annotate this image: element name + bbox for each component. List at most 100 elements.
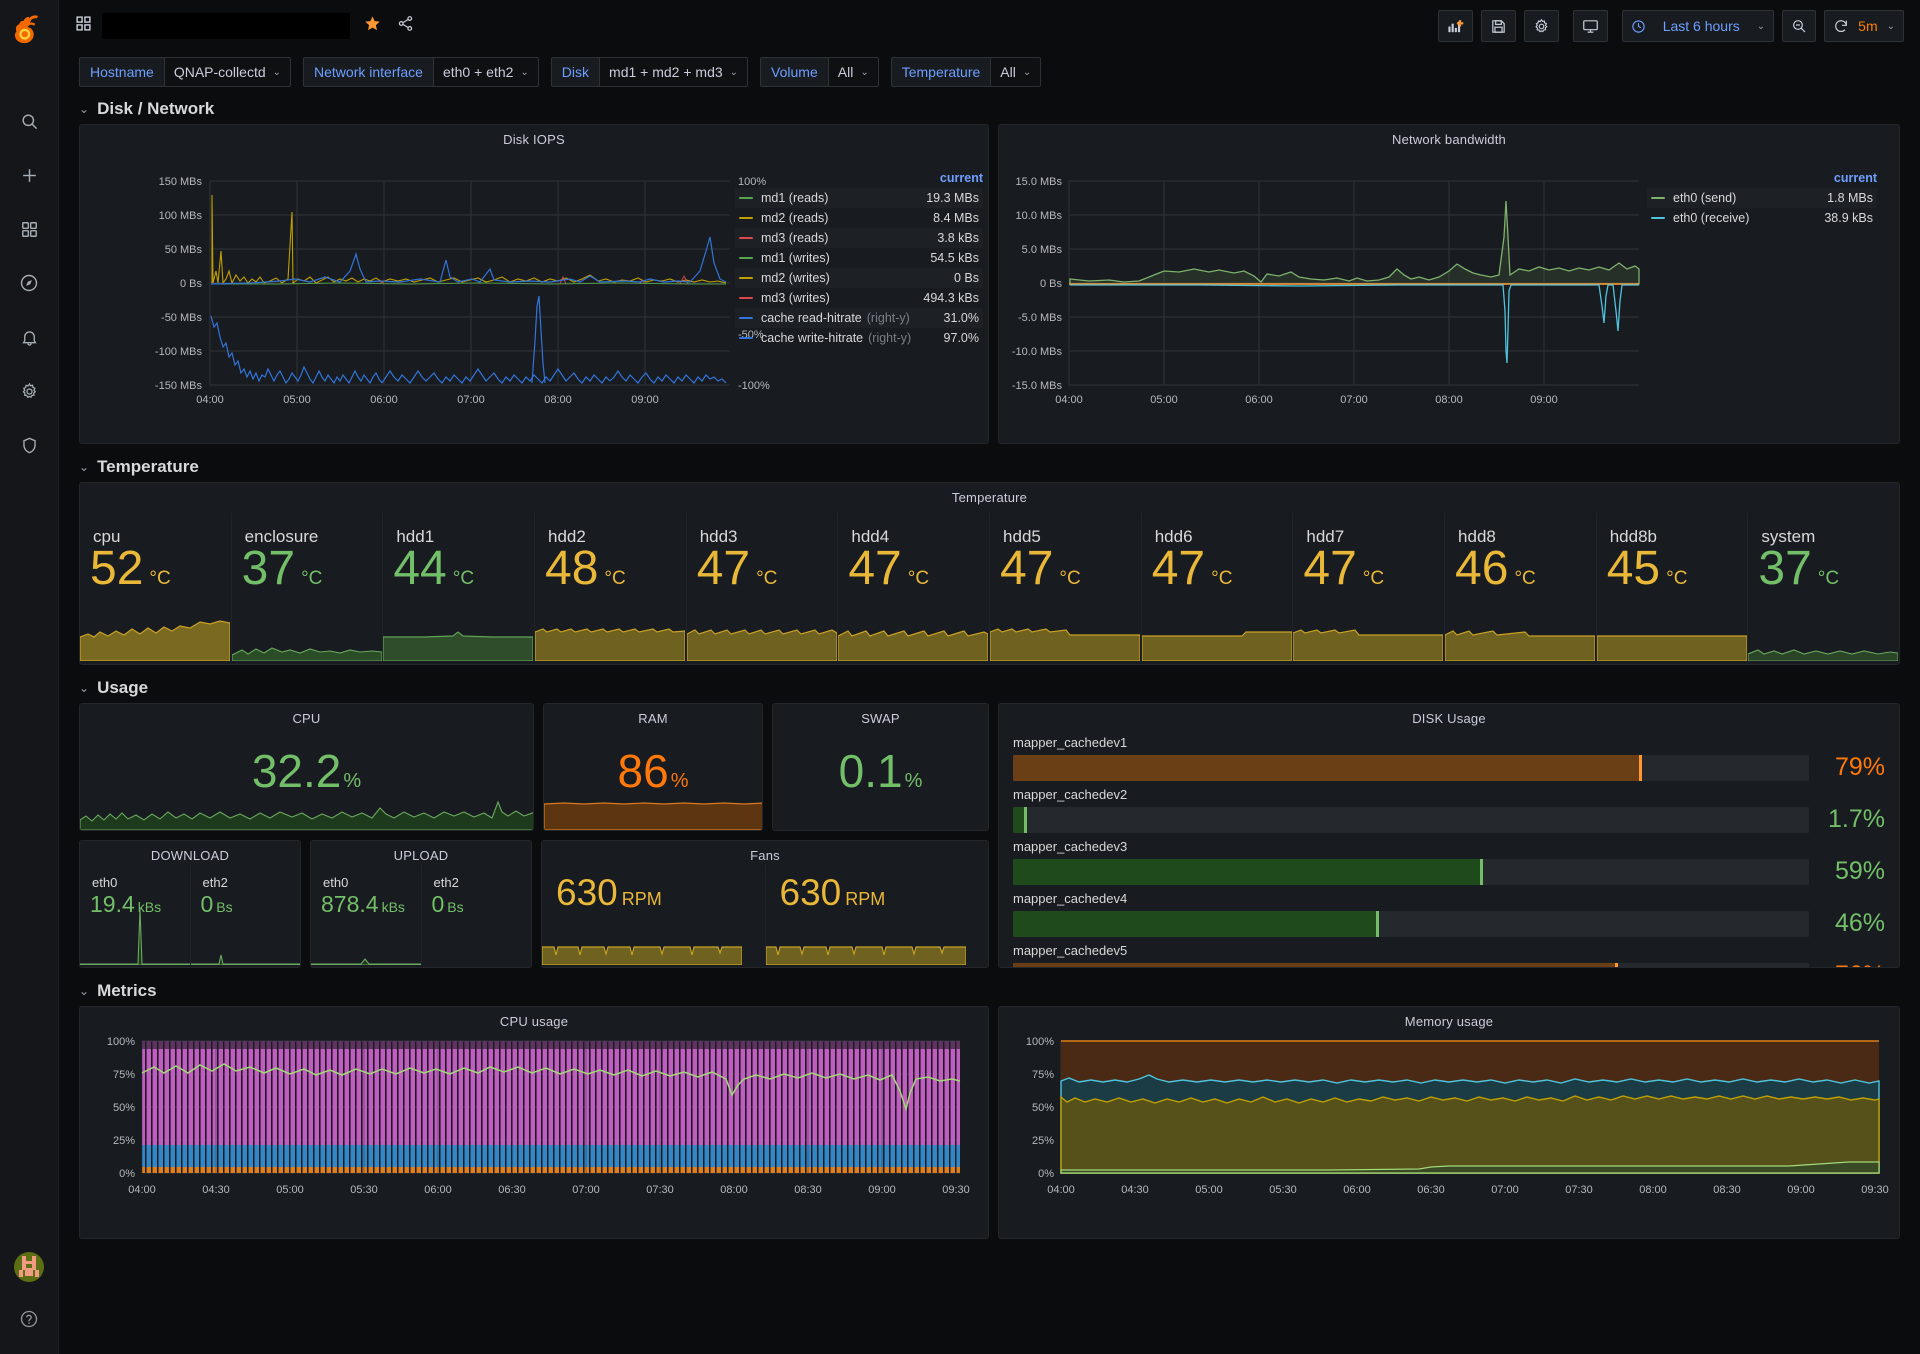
temp-stat-hdd8b[interactable]: hdd8b 45 °C (1597, 513, 1749, 661)
share-icon[interactable] (397, 15, 414, 37)
refresh-picker[interactable]: 5m ⌄ (1824, 10, 1904, 42)
sparkline (383, 615, 533, 661)
legend-item[interactable]: md2 (reads) 8.4 MBs (735, 208, 983, 228)
bargauge-track (1013, 911, 1809, 937)
row-header-metrics[interactable]: ⌄ Metrics (79, 976, 1900, 1006)
download-eth0[interactable]: eth0 19.4 kBs (80, 865, 191, 965)
sidebar-item-explore[interactable] (12, 266, 46, 300)
svg-text:08:00: 08:00 (1435, 394, 1463, 406)
dashboard-picker[interactable] (75, 13, 414, 39)
sidebar-item-create[interactable] (12, 158, 46, 192)
legend-item[interactable]: eth0 (send) 1.8 MBs (1647, 188, 1877, 208)
legend-value: 38.9 kBs (1808, 211, 1873, 225)
stat-unit: °C (1059, 568, 1080, 590)
save-dashboard-button[interactable] (1481, 10, 1516, 42)
help-icon[interactable] (12, 1302, 46, 1336)
legend-item[interactable]: cache write-hitrate (right-y) 97.0% (735, 328, 983, 348)
temp-stat-hdd6[interactable]: hdd6 47 °C (1142, 513, 1294, 661)
bargauge-label: mapper_cachedev1 (1013, 735, 1885, 750)
refresh-icon[interactable] (1833, 18, 1849, 34)
legend-item[interactable]: md3 (writes) 494.3 kBs (735, 288, 983, 308)
temp-stat-hdd7[interactable]: hdd7 47 °C (1293, 513, 1445, 661)
sparkline (80, 905, 190, 965)
svg-text:04:00: 04:00 (128, 1184, 156, 1196)
svg-text:05:00: 05:00 (1195, 1184, 1223, 1196)
legend-item[interactable]: md1 (writes) 54.5 kBs (735, 248, 983, 268)
bargauge-row[interactable]: mapper_cachedev2 1.7% (999, 787, 1899, 834)
row-header-usage[interactable]: ⌄ Usage (79, 673, 1900, 703)
bargauge-row[interactable]: mapper_cachedev3 59% (999, 839, 1899, 886)
bargauge-row[interactable]: mapper_cachedev4 46% (999, 891, 1899, 938)
dashboard-settings-button[interactable] (1524, 10, 1559, 42)
sidebar-item-dashboards[interactable] (12, 212, 46, 246)
add-panel-button[interactable] (1438, 10, 1473, 42)
disk-iops-graph[interactable]: 150 MBs100 MBs 50 MBs0 Bs -50 MBs-100 MB… (80, 147, 988, 444)
stat-value-group: 630 RPM (780, 873, 886, 913)
time-range-picker[interactable]: Last 6 hours ⌄ (1622, 10, 1774, 42)
variable-value-select[interactable]: All ⌄ (990, 57, 1041, 87)
star-icon[interactable] (364, 15, 381, 37)
sidebar-item-alerting[interactable] (12, 320, 46, 354)
bargauge-fill (1013, 755, 1642, 781)
sidebar-item-configuration[interactable] (12, 374, 46, 408)
legend-item[interactable]: eth0 (receive) 38.9 kBs (1647, 208, 1877, 228)
temp-stat-cpu[interactable]: cpu 52 °C (80, 513, 232, 661)
download-eth2[interactable]: eth2 0 Bs (191, 865, 301, 965)
temp-stat-hdd1[interactable]: hdd1 44 °C (383, 513, 535, 661)
sidebar-item-server-admin[interactable] (12, 428, 46, 462)
svg-text:25%: 25% (113, 1135, 135, 1147)
disk-network-row: Disk IOPS (79, 124, 1900, 444)
variable-value-select[interactable]: md1 + md2 + md3 ⌄ (599, 57, 748, 87)
grafana-logo-icon[interactable] (7, 8, 51, 52)
svg-text:07:00: 07:00 (1340, 394, 1368, 406)
bargauge-row[interactable]: mapper_cachedev5 76% (999, 943, 1899, 968)
clock-icon (1631, 19, 1646, 34)
temp-stat-hdd2[interactable]: hdd2 48 °C (535, 513, 687, 661)
legend-item[interactable]: md3 (reads) 3.8 kBs (735, 228, 983, 248)
upload-stats: eth0 878.4 kBs eth2 (311, 865, 531, 965)
variable-value-select[interactable]: All ⌄ (828, 57, 879, 87)
stat-unit: °C (149, 568, 170, 590)
upload-eth0[interactable]: eth0 878.4 kBs (311, 865, 422, 965)
svg-text:07:00: 07:00 (457, 394, 485, 406)
legend-item[interactable]: md1 (reads) 19.3 MBs (735, 188, 983, 208)
legend-color-swatch (739, 217, 753, 219)
temp-stat-system[interactable]: system 37 °C (1748, 513, 1899, 661)
row-header-temperature[interactable]: ⌄ Temperature (79, 452, 1900, 482)
legend-color-swatch (739, 197, 753, 199)
network-bandwidth-graph[interactable]: 15.0 MBs10.0 MBs 5.0 MBs0 Bs -5.0 MBs-10… (999, 147, 1899, 444)
zoom-out-time-button[interactable] (1782, 10, 1816, 42)
temp-stat-hdd3[interactable]: hdd3 47 °C (687, 513, 839, 661)
svg-text:09:00: 09:00 (868, 1184, 896, 1196)
upload-eth2[interactable]: eth2 0 Bs (422, 865, 532, 965)
cpu-usage-graph[interactable]: 100%75% 50%25%0% 04:0004:3005:00 05:3006… (80, 1029, 988, 1239)
temp-stat-hdd5[interactable]: hdd5 47 °C (990, 513, 1142, 661)
dashboard-canvas: ⌄ Disk / Network Disk IOPS (59, 92, 1920, 1354)
legend-label: md2 (reads) (761, 211, 828, 225)
variable-value-select[interactable]: QNAP-collectd ⌄ (164, 57, 291, 87)
dashboard-grid-icon (75, 15, 92, 37)
fan-stat-1[interactable]: 630 RPM (542, 865, 766, 965)
page-title[interactable] (102, 13, 350, 39)
variable-value-select[interactable]: eth0 + eth2 ⌄ (433, 57, 539, 87)
sidebar-item-search[interactable] (12, 104, 46, 138)
tv-mode-button[interactable] (1573, 10, 1608, 42)
legend-item[interactable]: cache read-hitrate (right-y) 31.0% (735, 308, 983, 328)
legend-item[interactable]: md2 (writes) 0 Bs (735, 268, 983, 288)
temp-stat-hdd8[interactable]: hdd8 46 °C (1445, 513, 1597, 661)
disk-iops-legend: current md1 (reads) 19.3 MBs md2 (reads)… (735, 171, 983, 348)
panel-title: CPU (80, 704, 533, 726)
avatar[interactable] (14, 1252, 44, 1282)
legend-value: 54.5 kBs (914, 251, 979, 265)
stat-value-group: 47 °C (1303, 545, 1384, 593)
temp-stat-enclosure[interactable]: enclosure 37 °C (232, 513, 384, 661)
bargauge-row[interactable]: mapper_cachedev1 79% (999, 735, 1899, 782)
chevron-down-icon: ⌄ (860, 67, 868, 78)
svg-text:04:00: 04:00 (1047, 1184, 1075, 1196)
row-header-disk-network[interactable]: ⌄ Disk / Network (79, 94, 1900, 124)
usage-left-cluster: CPU 32.2 % RAM 86 % (79, 703, 989, 968)
fan-stat-2[interactable]: 630 RPM (766, 865, 989, 965)
bargauge-line: 46% (1013, 909, 1885, 938)
memory-usage-graph[interactable]: 100%75% 50%25%0% 04:0004:3005:00 05:3006… (999, 1029, 1899, 1239)
temp-stat-hdd4[interactable]: hdd4 47 °C (838, 513, 990, 661)
